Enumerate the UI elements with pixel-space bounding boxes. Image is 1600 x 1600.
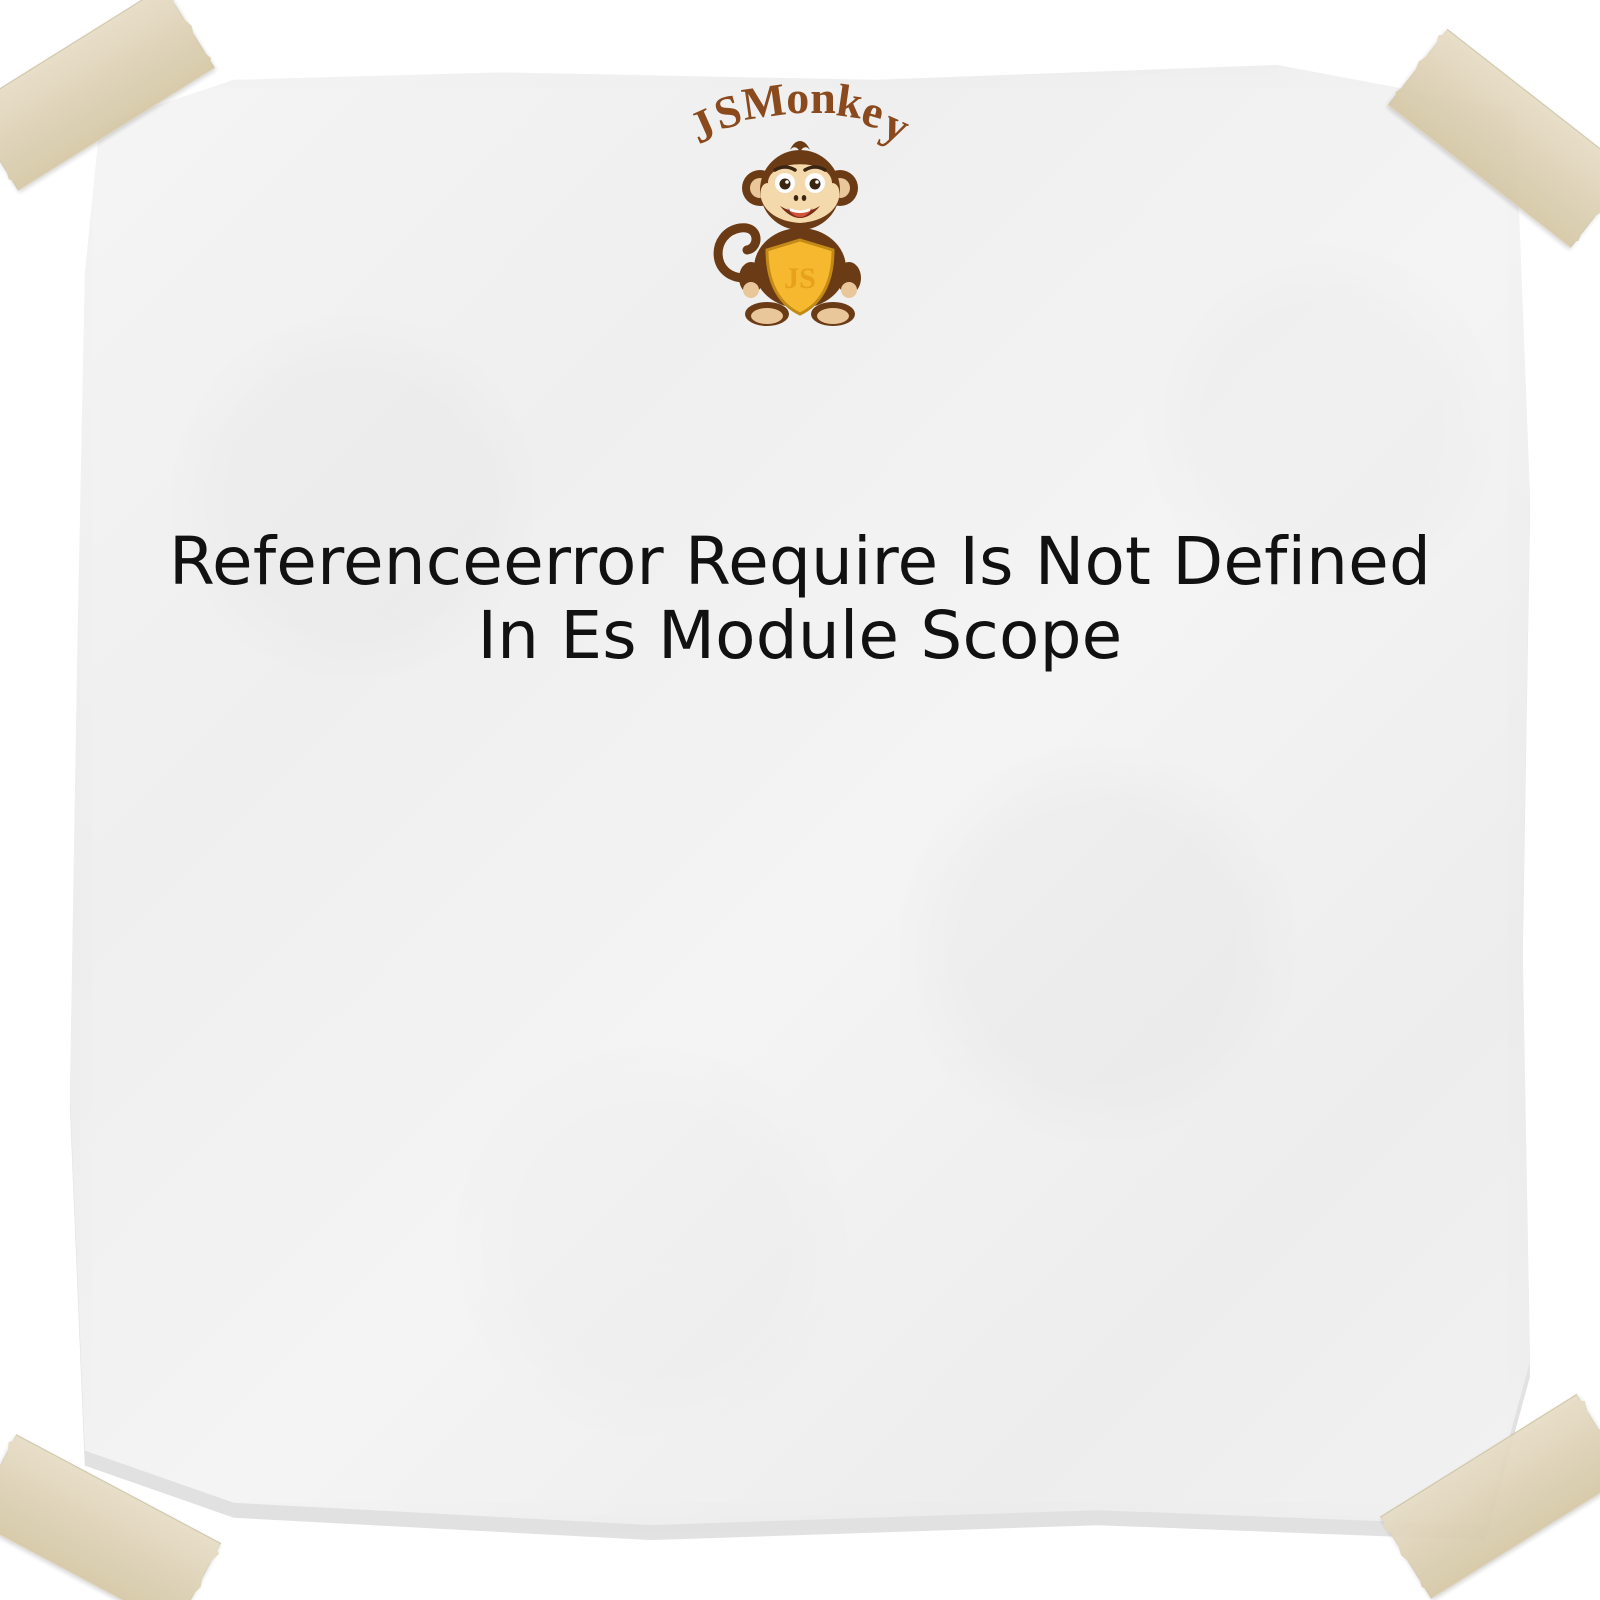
- logo: JSMonkey JS: [650, 65, 950, 328]
- logo-wordmark: JSMonkey: [650, 71, 950, 124]
- headline-text: Referenceerror Require Is Not Defined In…: [55, 525, 1545, 673]
- monkey-icon: JS: [705, 128, 895, 328]
- logo-badge-text: JS: [784, 262, 816, 295]
- poster-stage: JSMonkey JS: [0, 0, 1600, 1600]
